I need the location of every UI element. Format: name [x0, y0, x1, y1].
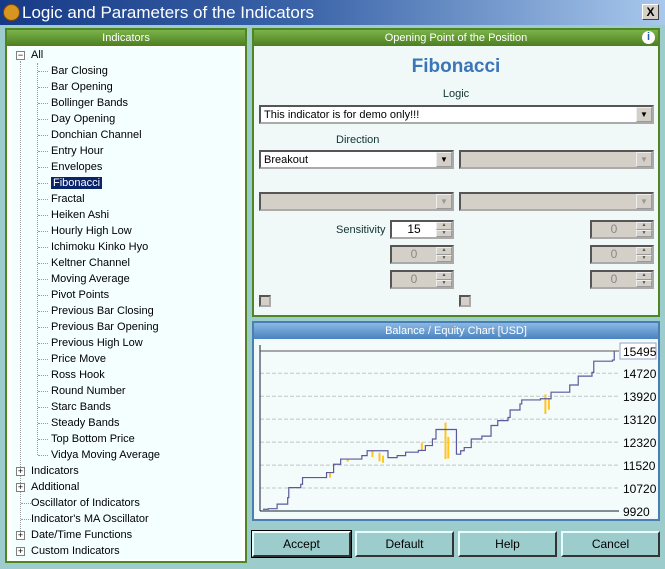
tree-item[interactable]: Heiken Ashi: [51, 207, 109, 223]
sensitivity-stepper[interactable]: 15 ▲ ▼: [390, 220, 454, 239]
param-dropdown-4: ▼: [459, 192, 654, 211]
tree-item[interactable]: Entry Hour: [51, 143, 104, 159]
stepper-value: 0: [610, 247, 618, 261]
param-stepper-4: 0 ▲ ▼: [590, 245, 654, 264]
y-tick-label: 9920: [623, 505, 650, 517]
y-tick-label: 10720: [623, 482, 657, 496]
balance-chart-panel: Balance / Equity Chart [USD] 15495 14720 1…: [252, 321, 660, 521]
y-tick-label: 13920: [623, 390, 657, 404]
expand-icon[interactable]: +: [16, 547, 25, 556]
indicators-header: Indicators: [7, 30, 245, 46]
tree-item[interactable]: Hourly High Low: [51, 223, 132, 239]
tree-group[interactable]: Custom Indicators: [31, 543, 120, 559]
param-stepper-3: 0 ▲ ▼: [390, 245, 454, 264]
tree-group[interactable]: Indicator's MA Oscillator: [31, 511, 149, 527]
tree-item[interactable]: Starc Bands: [51, 399, 111, 415]
tree-item[interactable]: Bar Opening: [51, 79, 113, 95]
indicator-name: Fibonacci: [411, 56, 501, 77]
balance-equity-chart: 15495 14720 13920 13120 12320 11520 10720 9920: [257, 341, 657, 517]
tree-item[interactable]: Ichimoku Kinko Hyo: [51, 239, 148, 255]
tree-item[interactable]: Moving Average: [51, 271, 130, 287]
param-dropdown-2: ▼: [459, 150, 654, 169]
opening-point-header: Opening Point of the Position: [384, 32, 528, 44]
opening-point-panel: Opening Point of the Position i Fibonacc…: [252, 28, 660, 317]
stepper-value: 0: [610, 272, 618, 286]
param-stepper-6: 0 ▲ ▼: [590, 270, 654, 289]
expand-icon[interactable]: +: [16, 467, 25, 476]
expand-icon[interactable]: +: [16, 531, 25, 540]
indicators-panel: Indicators − All Bar Closing Bar Opening Bol…: [5, 28, 247, 563]
collapse-icon[interactable]: −: [16, 51, 25, 60]
tree-item[interactable]: Fibonacci: [51, 175, 103, 191]
tree-item[interactable]: Vidya Moving Average: [51, 447, 160, 463]
tree-item[interactable]: Envelopes: [51, 159, 102, 175]
stepper-value: 0: [410, 247, 418, 261]
sensitivity-value: 15: [407, 222, 421, 236]
y-tick-label: 15495: [623, 345, 657, 359]
y-tick-label: 11520: [623, 459, 656, 473]
tree-item[interactable]: Steady Bands: [51, 415, 120, 431]
cancel-button[interactable]: Cancel: [561, 531, 660, 557]
tree-item[interactable]: Previous Bar Closing: [51, 303, 154, 319]
tree-item[interactable]: Previous Bar Opening: [51, 319, 159, 335]
param-stepper-2: 0 ▲ ▼: [590, 220, 654, 239]
chevron-down-icon[interactable]: ▼: [636, 107, 652, 122]
title-bar: Logic and Parameters of the Indicators X: [0, 0, 665, 25]
tree-item[interactable]: Top Bottom Price: [51, 431, 135, 447]
tree-item[interactable]: Price Move: [51, 351, 106, 367]
logic-dropdown[interactable]: This indicator is for demo only!!! ▼: [259, 105, 654, 124]
direction-value: Breakout: [264, 154, 309, 166]
chart-header: Balance / Equity Chart [USD]: [254, 323, 658, 339]
chevron-down-icon: ▼: [636, 194, 652, 209]
expand-icon[interactable]: +: [16, 483, 25, 492]
direction-dropdown[interactable]: Breakout ▼: [259, 150, 454, 169]
y-tick-label: 14720: [623, 367, 657, 381]
app-logo-icon: [3, 4, 20, 21]
tree-item[interactable]: Ross Hook: [51, 367, 105, 383]
default-button[interactable]: Default: [355, 531, 454, 557]
y-tick-label: 12320: [623, 436, 657, 450]
chevron-down-icon: ▼: [636, 152, 652, 167]
help-button[interactable]: Help: [458, 531, 557, 557]
tree-item[interactable]: Bar Closing: [51, 63, 108, 79]
tree-item-all[interactable]: All: [31, 47, 43, 63]
tree-group[interactable]: Date/Time Functions: [31, 527, 132, 543]
param-checkbox-2: [459, 295, 471, 307]
param-dropdown-3: ▼: [259, 192, 454, 211]
tree-item[interactable]: Fractal: [51, 191, 85, 207]
chevron-down-icon[interactable]: ▼: [436, 152, 452, 167]
tree-item[interactable]: Donchian Channel: [51, 127, 142, 143]
logic-label: Logic: [442, 88, 470, 100]
param-checkbox-1: [259, 295, 271, 307]
tree-group[interactable]: Oscillator of Indicators: [31, 495, 140, 511]
tree-item[interactable]: Pivot Points: [51, 287, 109, 303]
tree-item[interactable]: Previous High Low: [51, 335, 143, 351]
indicator-tree[interactable]: − All Bar Closing Bar Opening Bollinger Band…: [11, 47, 241, 559]
tree-group[interactable]: Indicators: [31, 463, 79, 479]
chevron-down-icon: ▼: [436, 194, 452, 209]
y-tick-label: 13120: [623, 413, 657, 427]
close-button[interactable]: X: [642, 4, 659, 20]
sensitivity-label: Sensitivity: [336, 224, 386, 236]
direction-label: Direction: [336, 134, 380, 146]
accept-button[interactable]: Accept: [251, 530, 352, 558]
param-stepper-5: 0 ▲ ▼: [390, 270, 454, 289]
stepper-value: 0: [610, 222, 618, 236]
tree-item[interactable]: Bollinger Bands: [51, 95, 128, 111]
stepper-value: 0: [410, 272, 418, 286]
tree-item[interactable]: Keltner Channel: [51, 255, 130, 271]
tree-item[interactable]: Day Opening: [51, 111, 115, 127]
logic-value: This indicator is for demo only!!!: [264, 109, 420, 121]
window-title: Logic and Parameters of the Indicators: [22, 3, 314, 22]
tree-group[interactable]: Additional: [31, 479, 79, 495]
tree-item[interactable]: Round Number: [51, 383, 126, 399]
info-icon[interactable]: i: [642, 31, 655, 44]
